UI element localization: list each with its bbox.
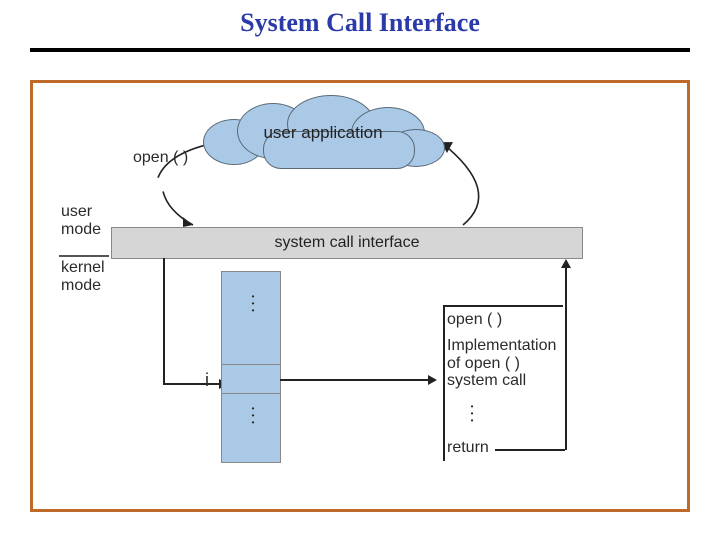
- arrow-line: [565, 266, 567, 450]
- user-application-cloud: user application: [203, 93, 443, 169]
- arrow-line: [495, 449, 565, 451]
- arrow-line: [280, 379, 430, 381]
- page: System Call Interface: [0, 0, 720, 540]
- page-title: System Call Interface: [0, 8, 720, 38]
- arrowhead-right-icon: [428, 375, 437, 385]
- open-call-label-top: open ( ): [133, 149, 188, 167]
- user-mode-label: user mode: [61, 203, 101, 238]
- diagram-canvas: user application open ( ) user mode kern…: [33, 83, 687, 509]
- arrowhead-up-icon: [561, 259, 571, 268]
- kernel-mode-label: kernel mode: [61, 259, 105, 294]
- arrow-line: [163, 258, 165, 383]
- user-application-label: user application: [203, 123, 443, 143]
- system-call-interface-bar: system call interface: [111, 227, 583, 259]
- diagram-frame: user application open ( ) user mode kern…: [30, 80, 690, 512]
- impl-left-border: [443, 305, 445, 461]
- arrow-line: [163, 383, 221, 385]
- ellipsis-icon: •••: [467, 403, 477, 424]
- ellipsis-icon: •••: [248, 405, 258, 426]
- system-call-interface-label: system call interface: [275, 234, 420, 252]
- open-call-label-right: open ( ): [447, 311, 502, 329]
- mode-divider-tick: [59, 255, 109, 257]
- implementation-label: Implementation of open ( ) system call: [447, 337, 627, 390]
- vector-index-label: i: [205, 371, 209, 391]
- title-underline: [30, 48, 690, 52]
- ellipsis-icon: •••: [248, 293, 258, 314]
- vector-slot-i: [222, 364, 280, 394]
- impl-top-border: [443, 305, 563, 307]
- return-label: return: [447, 439, 489, 457]
